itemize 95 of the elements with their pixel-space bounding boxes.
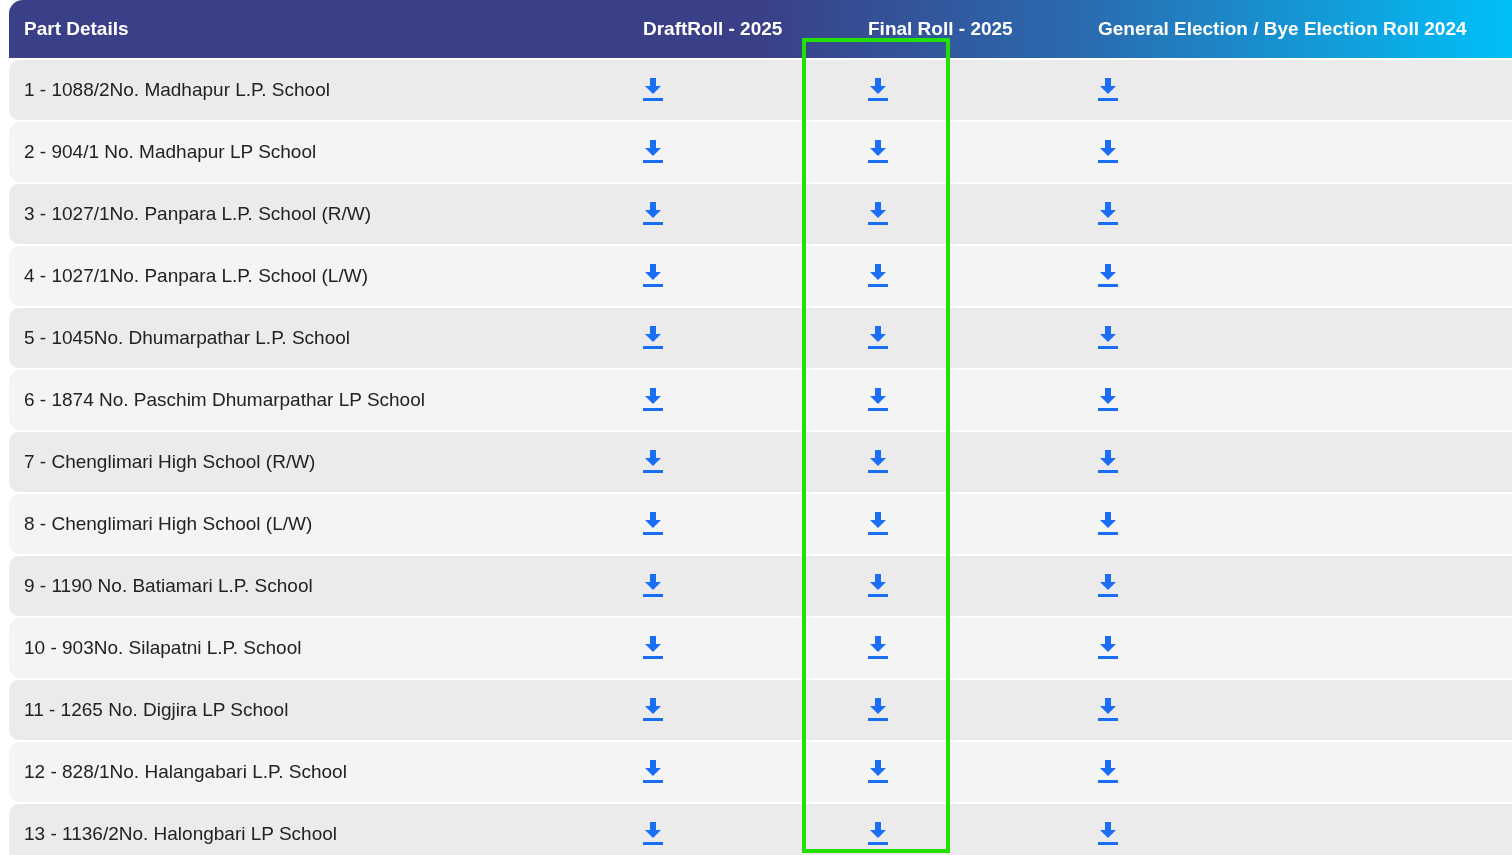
download-link[interactable] bbox=[643, 78, 663, 102]
download-link[interactable] bbox=[868, 140, 888, 164]
download-icon bbox=[1098, 636, 1118, 660]
download-icon bbox=[1098, 140, 1118, 164]
download-link[interactable] bbox=[1098, 78, 1118, 102]
part-name: 1 - 1088/2No. Madhapur L.P. School bbox=[23, 79, 330, 101]
column-heading: Final Roll - 2025 bbox=[868, 18, 1013, 40]
download-link[interactable] bbox=[643, 140, 663, 164]
download-icon bbox=[1098, 264, 1118, 288]
download-icon bbox=[1098, 450, 1118, 474]
download-icon bbox=[1098, 574, 1118, 598]
download-link[interactable] bbox=[868, 78, 888, 102]
download-icon bbox=[643, 698, 663, 722]
download-link[interactable] bbox=[868, 388, 888, 412]
part-name: 7 - Chenglimari High School (R/W) bbox=[23, 451, 316, 473]
download-icon bbox=[868, 574, 888, 598]
download-link[interactable] bbox=[868, 822, 888, 846]
part-name: 8 - Chenglimari High School (L/W) bbox=[23, 513, 313, 535]
download-icon bbox=[868, 512, 888, 536]
download-link[interactable] bbox=[868, 264, 888, 288]
part-name: 12 - 828/1No. Halangabari L.P. School bbox=[23, 761, 347, 783]
download-link[interactable] bbox=[643, 450, 663, 474]
download-icon bbox=[868, 698, 888, 722]
download-icon bbox=[868, 140, 888, 164]
download-link[interactable] bbox=[1098, 202, 1118, 226]
download-icon bbox=[1098, 326, 1118, 350]
download-link[interactable] bbox=[643, 326, 663, 350]
download-icon bbox=[868, 822, 888, 846]
download-link[interactable] bbox=[868, 450, 888, 474]
download-link[interactable] bbox=[1098, 636, 1118, 660]
download-link[interactable] bbox=[868, 512, 888, 536]
download-icon bbox=[1098, 698, 1118, 722]
download-icon bbox=[1098, 78, 1118, 102]
download-link[interactable] bbox=[868, 636, 888, 660]
download-link[interactable] bbox=[1098, 512, 1118, 536]
part-name: 10 - 903No. Silapatni L.P. School bbox=[23, 637, 302, 659]
download-link[interactable] bbox=[643, 574, 663, 598]
download-link[interactable] bbox=[868, 760, 888, 784]
download-icon bbox=[1098, 388, 1118, 412]
download-link[interactable] bbox=[868, 698, 888, 722]
part-name: 4 - 1027/1No. Panpara L.P. School (L/W) bbox=[23, 265, 368, 287]
download-icon bbox=[868, 450, 888, 474]
download-link[interactable] bbox=[1098, 822, 1118, 846]
download-icon bbox=[1098, 822, 1118, 846]
download-icon bbox=[1098, 512, 1118, 536]
download-link[interactable] bbox=[1098, 574, 1118, 598]
download-icon bbox=[643, 326, 663, 350]
download-icon bbox=[868, 388, 888, 412]
download-link[interactable] bbox=[1098, 140, 1118, 164]
download-icon bbox=[868, 760, 888, 784]
download-icon bbox=[643, 760, 663, 784]
part-name: 3 - 1027/1No. Panpara L.P. School (R/W) bbox=[23, 203, 372, 225]
download-link[interactable] bbox=[643, 760, 663, 784]
download-icon bbox=[1098, 202, 1118, 226]
download-icon bbox=[868, 326, 888, 350]
download-link[interactable] bbox=[1098, 450, 1118, 474]
part-name: 6 - 1874 No. Paschim Dhumarpathar LP School bbox=[23, 389, 425, 411]
download-link[interactable] bbox=[643, 512, 663, 536]
download-icon bbox=[643, 388, 663, 412]
part-name: 13 - 1136/2No. Halongbari LP School bbox=[23, 823, 337, 845]
download-icon bbox=[643, 78, 663, 102]
download-icon bbox=[643, 636, 663, 660]
download-icon bbox=[643, 512, 663, 536]
download-icon bbox=[868, 636, 888, 660]
column-heading: Part Details bbox=[24, 18, 129, 40]
download-link[interactable] bbox=[868, 574, 888, 598]
download-link[interactable] bbox=[1098, 326, 1118, 350]
download-link[interactable] bbox=[643, 636, 663, 660]
download-icon bbox=[1098, 760, 1118, 784]
download-link[interactable] bbox=[643, 388, 663, 412]
download-icon bbox=[643, 264, 663, 288]
download-link[interactable] bbox=[1098, 760, 1118, 784]
download-icon bbox=[643, 822, 663, 846]
download-link[interactable] bbox=[643, 822, 663, 846]
download-icon bbox=[643, 140, 663, 164]
download-icon bbox=[868, 202, 888, 226]
download-icon bbox=[643, 574, 663, 598]
download-link[interactable] bbox=[643, 264, 663, 288]
part-name: 5 - 1045No. Dhumarpathar L.P. School bbox=[23, 327, 350, 349]
download-icon bbox=[643, 202, 663, 226]
download-link[interactable] bbox=[643, 202, 663, 226]
download-link[interactable] bbox=[868, 326, 888, 350]
download-link[interactable] bbox=[643, 698, 663, 722]
part-name: 11 - 1265 No. Digjira LP School bbox=[23, 699, 289, 721]
download-link[interactable] bbox=[868, 202, 888, 226]
download-link[interactable] bbox=[1098, 698, 1118, 722]
download-link[interactable] bbox=[1098, 264, 1118, 288]
download-icon bbox=[868, 78, 888, 102]
column-heading: DraftRoll - 2025 bbox=[643, 18, 783, 40]
part-name: 2 - 904/1 No. Madhapur LP School bbox=[23, 141, 317, 163]
part-name: 9 - 1190 No. Batiamari L.P. School bbox=[23, 575, 313, 597]
download-icon bbox=[643, 450, 663, 474]
download-icon bbox=[868, 264, 888, 288]
download-link[interactable] bbox=[1098, 388, 1118, 412]
column-heading: General Election / Bye Election Roll 2024 bbox=[1098, 18, 1467, 40]
